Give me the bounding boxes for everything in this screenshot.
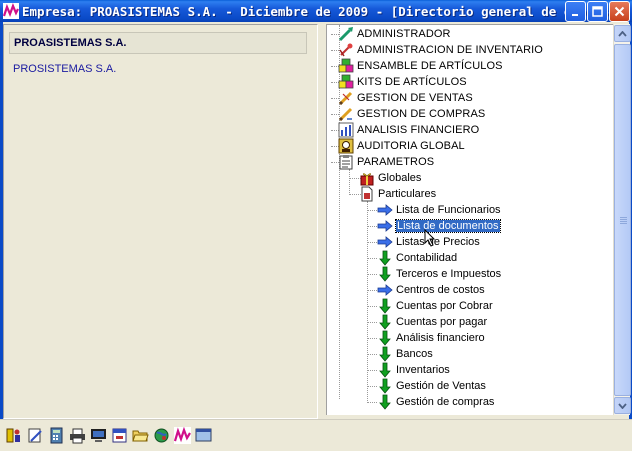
app-logo-icon <box>3 3 19 19</box>
panel-splitter[interactable] <box>318 24 326 419</box>
folder-open-icon[interactable] <box>131 426 150 445</box>
clipboard-icon <box>338 154 354 170</box>
close-button[interactable] <box>609 1 630 22</box>
company-label: PROSISTEMAS S.A. <box>13 63 117 75</box>
company-item-prosistemas[interactable]: PROSISTEMAS S.A. <box>9 58 307 80</box>
tree-item-analisis-financiero-param[interactable]: Análisis financiero <box>377 330 485 346</box>
tree-item-kits-articulos[interactable]: KITS DE ARTÍCULOS <box>338 74 467 90</box>
tree-item-gestion-ventas-param[interactable]: Gestión de Ventas <box>377 378 486 394</box>
tree-item-parametros[interactable]: PARAMETROS <box>338 154 434 170</box>
tree-item-cuentas-pagar[interactable]: Cuentas por pagar <box>377 314 487 330</box>
tree-item-globales[interactable]: Globales <box>359 170 421 186</box>
blue-arrow-icon <box>377 218 393 234</box>
menu-tree[interactable]: ADMINISTRADOR ADMINISTRACION DE INVENTAR… <box>326 24 613 415</box>
globe-icon[interactable] <box>152 426 171 445</box>
mouse-pointer-icon <box>424 229 436 247</box>
tree-item-bancos[interactable]: Bancos <box>377 346 433 362</box>
scroll-up-button[interactable] <box>614 25 631 42</box>
green-arrow-icon <box>377 346 393 362</box>
pencil-icon <box>338 90 354 106</box>
blue-arrow-icon <box>377 282 393 298</box>
tree-item-gestion-compras[interactable]: GESTION DE COMPRAS <box>338 106 485 122</box>
chart-icon <box>338 122 354 138</box>
cubes-icon <box>338 58 354 74</box>
chevron-up-icon <box>618 30 627 37</box>
company-label: PROASISTEMAS S.A. <box>14 37 127 49</box>
window-icon[interactable] <box>194 426 213 445</box>
green-arrow-icon <box>377 250 393 266</box>
gift-icon <box>359 170 375 186</box>
scroll-thumb[interactable] <box>614 44 631 396</box>
green-arrow-icon <box>377 266 393 282</box>
maximize-icon <box>592 6 603 17</box>
green-arrow-icon <box>377 378 393 394</box>
tree-item-particulares[interactable]: Particulares <box>359 186 436 202</box>
administrator-icon <box>338 26 354 42</box>
audit-icon <box>338 138 354 154</box>
user-exit-icon[interactable] <box>5 426 24 445</box>
company-item-proasistemas[interactable]: PROASISTEMAS S.A. <box>9 32 307 54</box>
tree-item-inventarios[interactable]: Inventarios <box>377 362 450 378</box>
calendar-icon[interactable] <box>110 426 129 445</box>
green-arrow-icon <box>377 330 393 346</box>
tree-item-lista-funcionarios[interactable]: Lista de Funcionarios <box>377 202 501 218</box>
tree-item-administracion-inventario[interactable]: ADMINISTRACION DE INVENTARIO <box>338 42 543 58</box>
green-arrow-icon <box>377 362 393 378</box>
document-icon <box>359 186 375 202</box>
tree-item-centros-costos[interactable]: Centros de costos <box>377 282 485 298</box>
title-bar[interactable]: Empresa: PROASISTEMAS S.A. - Diciembre d… <box>0 0 632 22</box>
printer-icon[interactable] <box>68 426 87 445</box>
tree-item-gestion-ventas[interactable]: GESTION DE VENTAS <box>338 90 473 106</box>
green-arrow-icon <box>377 298 393 314</box>
minimize-button[interactable] <box>565 1 586 22</box>
calculator-icon[interactable] <box>47 426 66 445</box>
green-arrow-icon <box>377 314 393 330</box>
tree-item-contabilidad[interactable]: Contabilidad <box>377 250 457 266</box>
green-arrow-icon <box>377 394 393 410</box>
document-edit-icon[interactable] <box>26 426 45 445</box>
tree-scrollbar[interactable] <box>613 24 631 415</box>
scroll-down-button[interactable] <box>614 397 631 414</box>
tree-item-ensamble-articulos[interactable]: ENSAMBLE DE ARTÍCULOS <box>338 58 503 74</box>
blue-arrow-icon <box>377 234 393 250</box>
company-list[interactable]: PROASISTEMAS S.A. PROSISTEMAS S.A. <box>3 24 318 419</box>
tree-item-cuentas-cobrar[interactable]: Cuentas por Cobrar <box>377 298 493 314</box>
tree-item-auditoria-global[interactable]: AUDITORIA GLOBAL <box>338 138 465 154</box>
tree-item-administrador[interactable]: ADMINISTRADOR <box>338 26 451 42</box>
bottom-toolbar <box>0 419 632 451</box>
tree-item-analisis-financiero[interactable]: ANALISIS FINANCIERO <box>338 122 479 138</box>
pencil-icon <box>338 106 354 122</box>
app-logo-icon[interactable] <box>173 426 192 445</box>
blue-arrow-icon <box>377 202 393 218</box>
chevron-down-icon <box>618 402 627 409</box>
tree-item-gestion-compras-param[interactable]: Gestión de compras <box>377 394 494 410</box>
close-icon <box>614 6 625 17</box>
tree-item-lista-documentos[interactable]: Lista de documentos <box>377 218 501 234</box>
window-title: Empresa: PROASISTEMAS S.A. - Diciembre d… <box>22 3 632 19</box>
inventory-icon <box>338 42 354 58</box>
monitor-icon[interactable] <box>89 426 108 445</box>
maximize-button[interactable] <box>587 1 608 22</box>
tree-item-terceros-impuestos[interactable]: Terceros e Impuestos <box>377 266 501 282</box>
minimize-icon <box>571 13 578 16</box>
cubes-icon <box>338 74 354 90</box>
